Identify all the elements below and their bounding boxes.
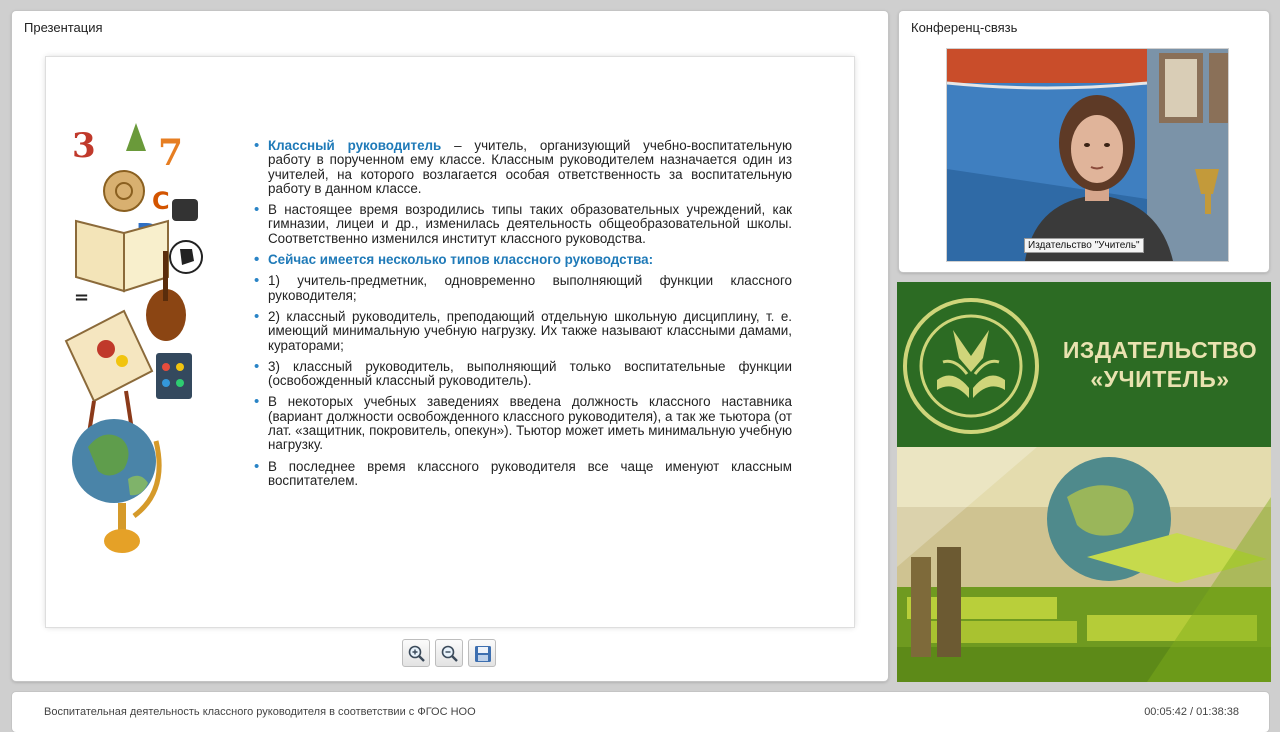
- publisher-name-line2: «УЧИТЕЛЬ»: [1090, 366, 1230, 392]
- publisher-banner: ИЗДАТЕЛЬСТВО «УЧИТЕЛЬ»: [897, 282, 1271, 682]
- books-globe-illustration: [897, 447, 1271, 682]
- bullet-item-5: 2) классный руководитель, преподающий от…: [252, 308, 792, 353]
- speaker-video-frame: [947, 49, 1228, 261]
- publisher-name: ИЗДАТЕЛЬСТВО «УЧИТЕЛЬ»: [1057, 336, 1263, 394]
- lecture-title: Воспитательная деятельность классного ру…: [44, 706, 476, 718]
- slide-text: Классный руководитель – учитель, организ…: [252, 138, 792, 495]
- slide: 3 7 C B =: [46, 57, 854, 627]
- zoom-out-button[interactable]: [435, 639, 463, 667]
- open-book-logo-icon: [919, 314, 1023, 418]
- bullet-heading-text: Сейчас имеется несколько типов классного…: [268, 252, 654, 268]
- speaker-caption: Издательство "Учитель": [1024, 238, 1144, 253]
- bullet-text: 3) классный руководитель, выполняющий то…: [268, 358, 792, 389]
- zoom-in-button[interactable]: [402, 639, 430, 667]
- zoom-out-icon: [441, 645, 458, 662]
- school-collage-illustration: 3 7 C B =: [64, 123, 203, 553]
- speaker-video: Издательство "Учитель": [946, 48, 1229, 262]
- bullet-item-7: В некоторых учебных заведениях введена д…: [252, 395, 792, 452]
- svg-text:7: 7: [158, 132, 183, 174]
- conference-title: Конференц-связь: [911, 20, 1018, 35]
- footer-bar: Воспитательная деятельность классного ру…: [12, 692, 1269, 732]
- bullet-text: 2) классный руководитель, преподающий от…: [268, 308, 792, 353]
- zoom-in-icon: [408, 645, 425, 662]
- save-icon: [475, 646, 491, 662]
- bullet-text: В некоторых учебных заведениях введена д…: [268, 394, 792, 453]
- publisher-logo: [903, 298, 1039, 434]
- bullet-item-1: Классный руководитель – учитель, организ…: [252, 138, 792, 196]
- playback-time: 00:05:42 / 01:38:38: [1144, 706, 1239, 718]
- save-button[interactable]: [468, 639, 496, 667]
- svg-text:=: =: [74, 287, 89, 308]
- svg-text:C: C: [152, 187, 170, 215]
- presentation-panel: Презентация 3 7 C B =: [12, 11, 888, 681]
- bullet-text: В последнее время классного руководителя…: [268, 458, 792, 488]
- bullet-item-8: В последнее время классного руководителя…: [252, 458, 792, 489]
- bullet-heading: Сейчас имеется несколько типов классного…: [252, 252, 792, 268]
- bullet-item-6: 3) классный руководитель, выполняющий то…: [252, 358, 792, 389]
- publisher-name-line1: ИЗДАТЕЛЬСТВО: [1062, 337, 1258, 363]
- conference-panel: Конференц-связь Издательство "Учитель": [899, 11, 1269, 272]
- bullet-item-4: 1) учитель-предметник, одновременно выпо…: [252, 274, 792, 303]
- slide-bullet-list: Классный руководитель – учитель, организ…: [252, 138, 792, 489]
- books-and-globe-image: [897, 447, 1271, 682]
- presentation-title: Презентация: [24, 20, 103, 35]
- publisher-banner-top: ИЗДАТЕЛЬСТВО «УЧИТЕЛЬ»: [897, 282, 1271, 447]
- bullet-text: В настоящее время возродились типы таких…: [268, 202, 792, 246]
- bullet-item-2: В настоящее время возродились типы таких…: [252, 203, 792, 246]
- svg-text:3: 3: [72, 126, 96, 166]
- bullet-text: 1) учитель-предметник, одновременно выпо…: [268, 273, 792, 303]
- bullet-lead-term: Классный руководитель: [268, 138, 442, 153]
